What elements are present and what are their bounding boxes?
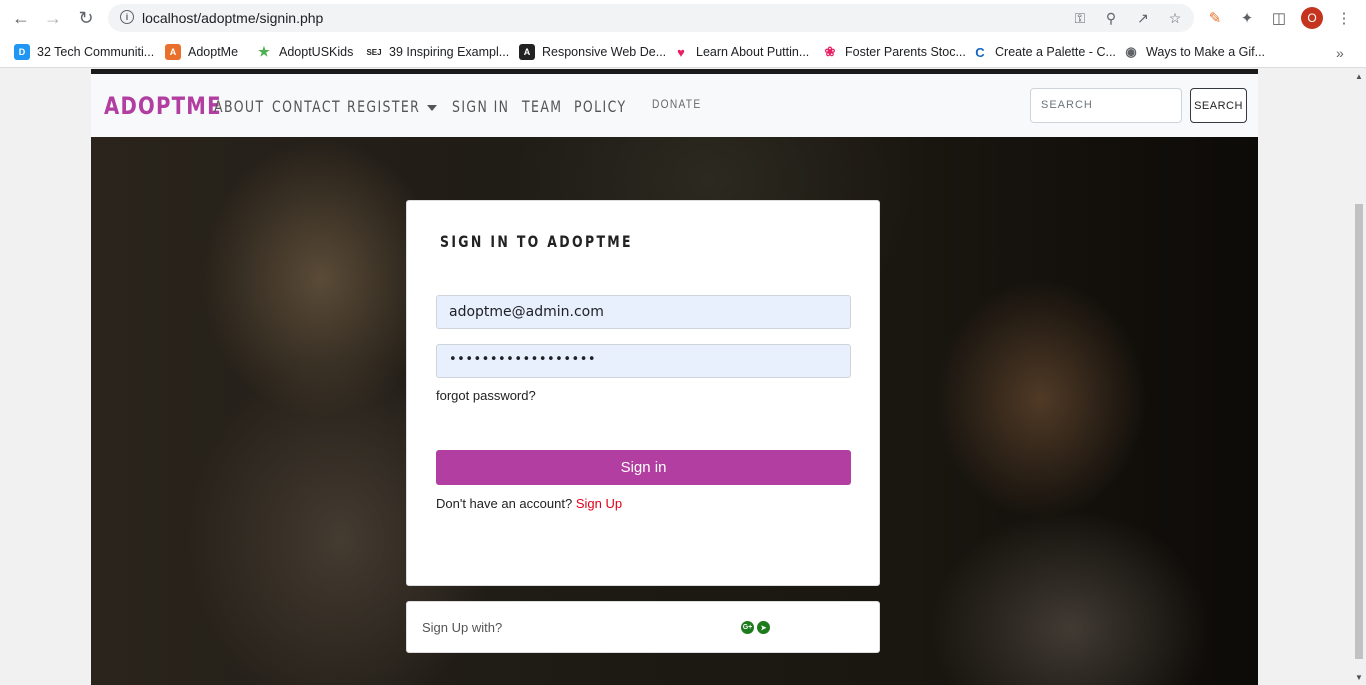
scroll-down-arrow-icon[interactable]: ▼ — [1355, 673, 1363, 682]
signin-title: SIGN IN TO ADOPTME — [440, 232, 633, 251]
bookmarks-bar: D 32 Tech Communiti... A AdoptMe ★ AdoptUSK… — [0, 36, 1366, 68]
telegram-icon[interactable]: ➤ — [757, 621, 770, 634]
sej-icon: SEJ — [366, 47, 382, 57]
person-icon: ★ — [258, 44, 270, 59]
social-signup-label: Sign Up with? — [422, 620, 503, 635]
doc-icon: D — [14, 44, 30, 60]
no-account-text: Don't have an account? Sign Up — [436, 496, 622, 511]
profile-avatar[interactable]: O — [1301, 7, 1323, 29]
bookmark-item[interactable]: ★ AdoptUSKids — [256, 42, 353, 62]
heart-icon: ♥ — [677, 44, 685, 60]
bookmark-item[interactable]: A Responsive Web De... — [519, 42, 666, 62]
bookmark-item[interactable]: ❀ Foster Parents Stoc... — [822, 42, 966, 62]
back-arrow-icon[interactable]: ← — [9, 6, 33, 30]
nav-contact[interactable]: CONTACT — [272, 97, 341, 116]
adoptme-icon: A — [165, 44, 181, 60]
bookmark-item[interactable]: SEJ 39 Inspiring Exampl... — [366, 42, 509, 62]
bookmark-label: Ways to Make a Gif... — [1146, 45, 1266, 59]
signin-button[interactable]: Sign in — [436, 450, 851, 485]
email-field[interactable]: adoptme@admin.com — [436, 295, 851, 329]
bookmark-item[interactable]: ♥ Learn About Puttin... — [673, 42, 809, 62]
search-input[interactable]: SEARCH — [1030, 88, 1182, 123]
nav-team[interactable]: TEAM — [522, 97, 562, 116]
pen-extension-icon[interactable]: ✎ — [1203, 6, 1227, 30]
forward-arrow-icon[interactable]: → — [41, 6, 65, 30]
no-account-label: Don't have an account? — [436, 496, 573, 511]
brand-logo[interactable]: ADOPTME — [104, 92, 222, 120]
share-icon[interactable]: ↗ — [1133, 8, 1153, 28]
browser-toolbar: ← → ↻ i localhost/adoptme/signin.php ⚿ ⚲… — [0, 0, 1366, 36]
nav-policy[interactable]: POLICY — [574, 97, 627, 116]
nav-sign-in[interactable]: SIGN IN — [452, 97, 509, 116]
bookmark-item[interactable]: ◉ Ways to Make a Gif... — [1123, 42, 1265, 62]
social-signup-card: Sign Up with? G+ ➤ — [406, 601, 880, 653]
bookmark-label: 32 Tech Communiti... — [37, 45, 155, 59]
swirl-icon: ❀ — [824, 44, 836, 59]
site-navbar: ADOPTME ABOUT CONTACT REGISTER SIGN IN T… — [91, 74, 1258, 137]
page-viewport: ADOPTME ABOUT CONTACT REGISTER SIGN IN T… — [0, 69, 1352, 685]
key-icon[interactable]: ⚿ — [1070, 8, 1090, 28]
reload-icon[interactable]: ↻ — [74, 6, 98, 30]
signup-link[interactable]: Sign Up — [576, 496, 622, 511]
kebab-menu-icon[interactable]: ⋮ — [1332, 6, 1356, 30]
signin-card: SIGN IN TO ADOPTME adoptme@admin.com •••… — [406, 200, 880, 586]
nav-donate[interactable]: DONATE — [652, 97, 701, 111]
bookmark-label: Responsive Web De... — [542, 45, 667, 59]
page-scrollbar[interactable]: ▲ ▼ — [1352, 69, 1366, 685]
register-dropdown-caret-icon[interactable] — [427, 105, 437, 111]
scroll-thumb[interactable] — [1355, 204, 1363, 659]
bookmark-label: Learn About Puttin... — [696, 45, 810, 59]
palette-icon: C — [975, 44, 985, 60]
bookmark-label: AdoptMe — [188, 45, 239, 59]
site-info-icon[interactable]: i — [120, 10, 134, 24]
bookmark-item[interactable]: A AdoptMe — [165, 42, 238, 62]
extensions-puzzle-icon[interactable]: ✦ — [1235, 6, 1259, 30]
nav-about[interactable]: ABOUT — [214, 97, 264, 116]
scroll-up-arrow-icon[interactable]: ▲ — [1355, 72, 1363, 81]
bookmark-label: 39 Inspiring Exampl... — [389, 45, 510, 59]
address-bar[interactable]: i localhost/adoptme/signin.php ⚿ ⚲ ↗ ☆ — [108, 4, 1194, 32]
forgot-password-link[interactable]: forgot password? — [436, 388, 536, 403]
url-text[interactable]: localhost/adoptme/signin.php — [142, 10, 323, 26]
nav-register[interactable]: REGISTER — [347, 97, 420, 116]
bookmark-label: Foster Parents Stoc... — [845, 45, 966, 59]
bookmark-star-icon[interactable]: ☆ — [1165, 8, 1185, 28]
bookmark-item[interactable]: C Create a Palette - C... — [972, 42, 1116, 62]
bookmark-item[interactable]: D 32 Tech Communiti... — [14, 42, 154, 62]
google-plus-icon[interactable]: G+ — [741, 621, 754, 634]
responsive-icon: A — [519, 44, 535, 60]
bookmark-label: Create a Palette - C... — [995, 45, 1116, 59]
bookmark-label: AdoptUSKids — [279, 45, 354, 59]
more-bookmarks-icon[interactable]: » — [1336, 45, 1344, 61]
globe-icon: ◉ — [1125, 44, 1137, 59]
password-field[interactable]: •••••••••••••••••• — [436, 344, 851, 378]
side-panel-icon[interactable]: ◫ — [1267, 6, 1291, 30]
search-button[interactable]: SEARCH — [1190, 88, 1247, 123]
zoom-icon[interactable]: ⚲ — [1101, 8, 1121, 28]
